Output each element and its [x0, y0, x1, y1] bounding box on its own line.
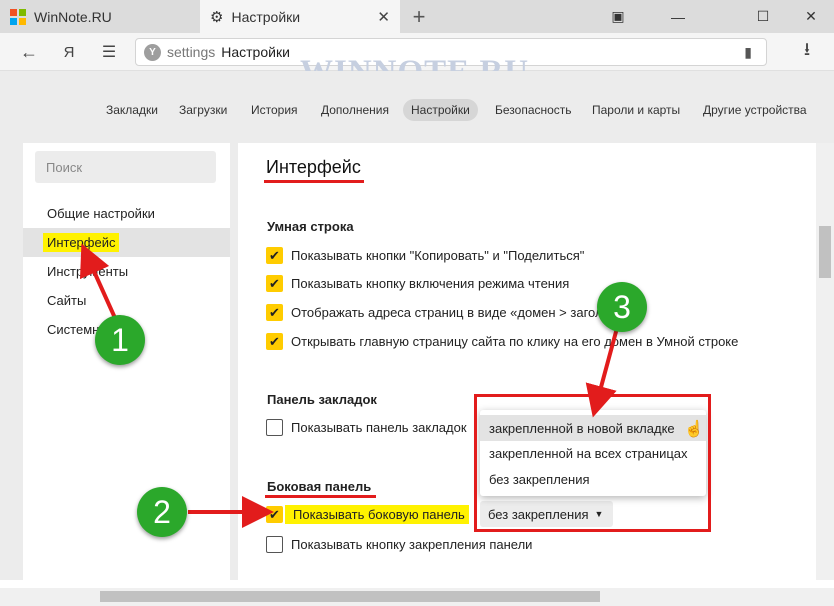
- annotation-arrows: [79, 243, 619, 528]
- arrow-3: [585, 327, 619, 418]
- annotation-badge-2: 2: [137, 487, 187, 537]
- arrow-1: [79, 243, 117, 319]
- annotation-badge-1: 1: [95, 315, 145, 365]
- annotation-badge-3: 3: [597, 282, 647, 332]
